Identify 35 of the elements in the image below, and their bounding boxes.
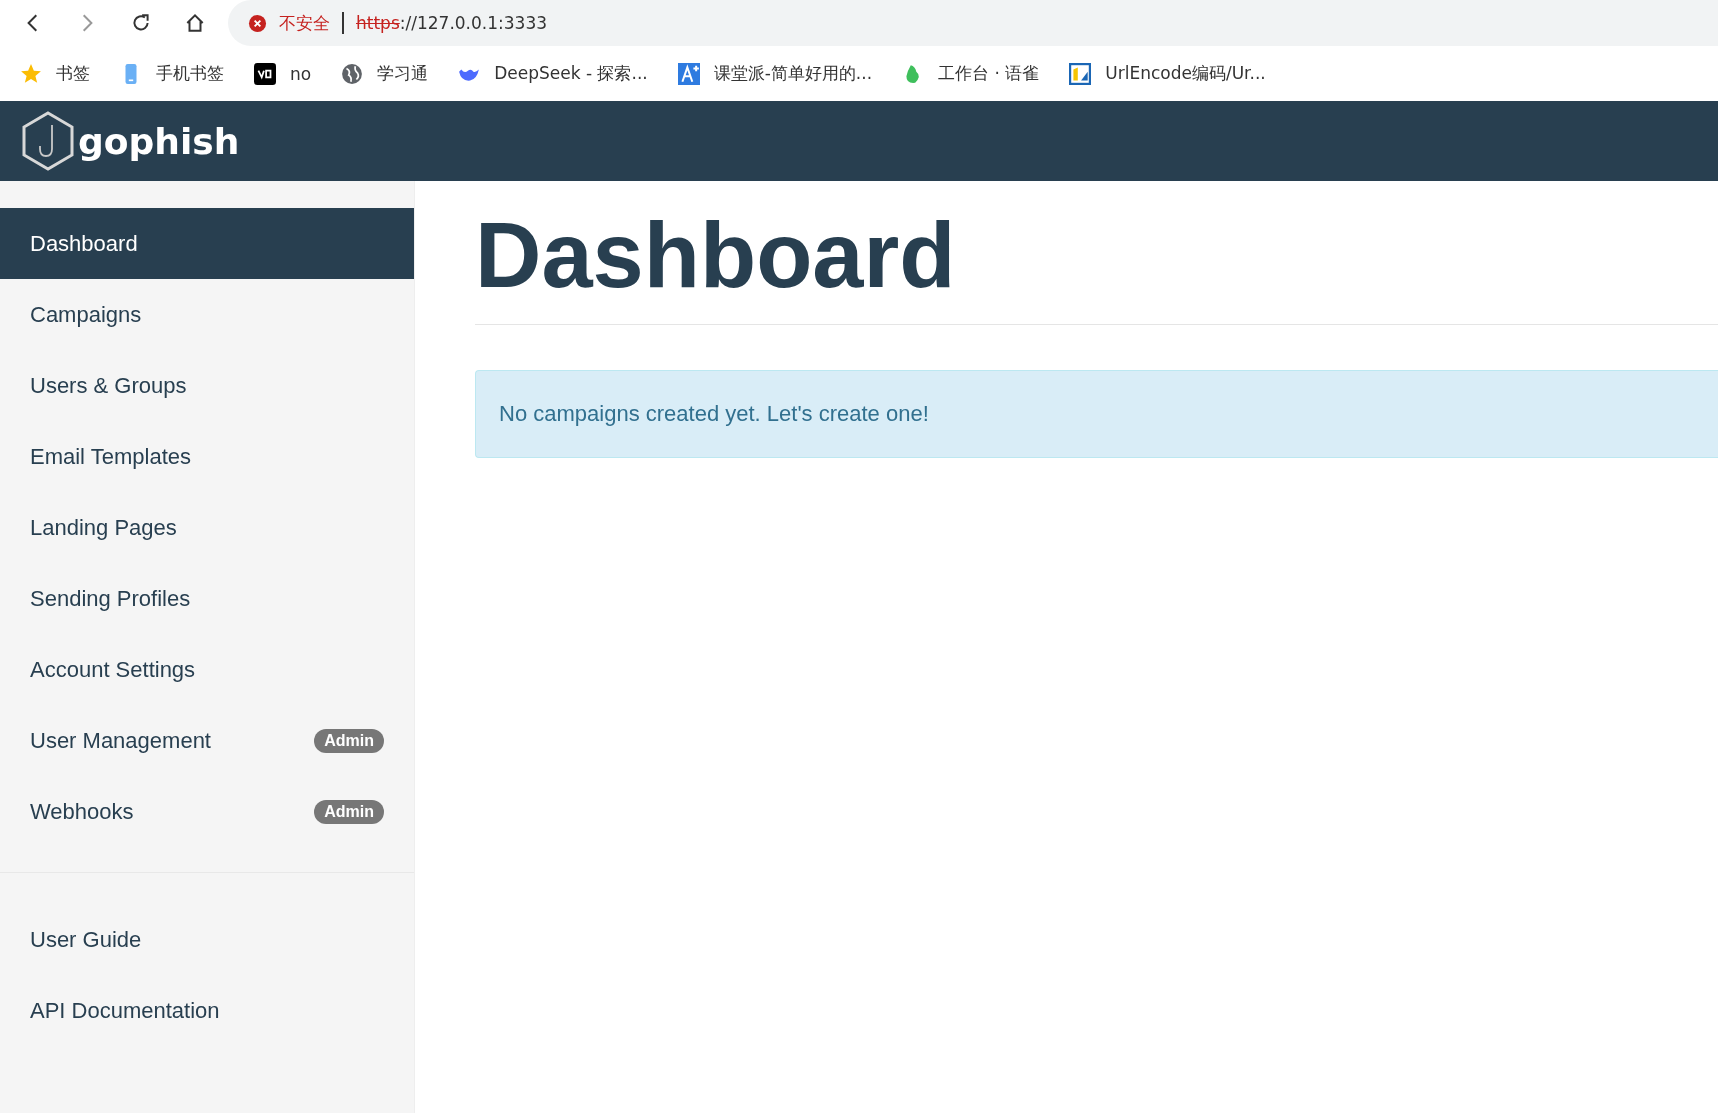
sidebar-item[interactable]: Account Settings [0,634,414,705]
sidebar-item[interactable]: Sending Profiles [0,563,414,634]
home-icon[interactable] [184,12,206,34]
sidebar-item[interactable]: Landing Pages [0,492,414,563]
sidebar-item[interactable]: Email Templates [0,421,414,492]
globe-icon [341,62,364,85]
brand-link[interactable]: gophish [22,111,240,171]
admin-badge: Admin [314,728,384,753]
error-icon [248,13,267,33]
page-title: Dashboard [475,203,957,308]
bookmark-item[interactable]: UrlEncode编码/Ur... [1069,62,1266,85]
bookmark-item[interactable]: 学习通 [341,62,429,85]
sidebar-link[interactable]: User Guide [0,904,414,975]
sidebar-item[interactable]: Dashboard [0,208,414,279]
address-bar[interactable]: 不安全 https://127.0.0.1:3333 [228,0,1718,46]
logo-icon [254,62,276,85]
sidebar-item[interactable]: User Management Admin [0,705,414,776]
sidebar-item[interactable]: Users & Groups [0,350,414,421]
url-text: https://127.0.0.1:3333 [356,13,548,33]
bookmark-item[interactable]: 课堂派-简单好用的... [677,62,873,85]
tile-icon [1069,62,1092,85]
star-icon [20,62,42,85]
bookmark-item[interactable]: 手机书签 [120,62,224,85]
bookmark-item[interactable]: DeepSeek - 探索... [458,62,648,85]
sidebar-item[interactable]: Webhooks Admin [0,776,414,847]
admin-badge: Admin [314,799,384,824]
bookmark-item[interactable]: 书签 [20,62,90,85]
hexagon-hook-icon [22,111,74,171]
letter-a-icon [677,62,700,85]
sidebar-link[interactable]: API Documentation [0,975,414,1046]
sidebar-item[interactable]: Campaigns [0,279,414,350]
bookmark-item[interactable]: 工作台 · 语雀 [902,62,1040,85]
info-alert: No campaigns created yet. Let's create one! [475,369,1718,458]
bookmark-item[interactable]: no [254,62,312,85]
security-label: 不安全 [279,11,330,35]
